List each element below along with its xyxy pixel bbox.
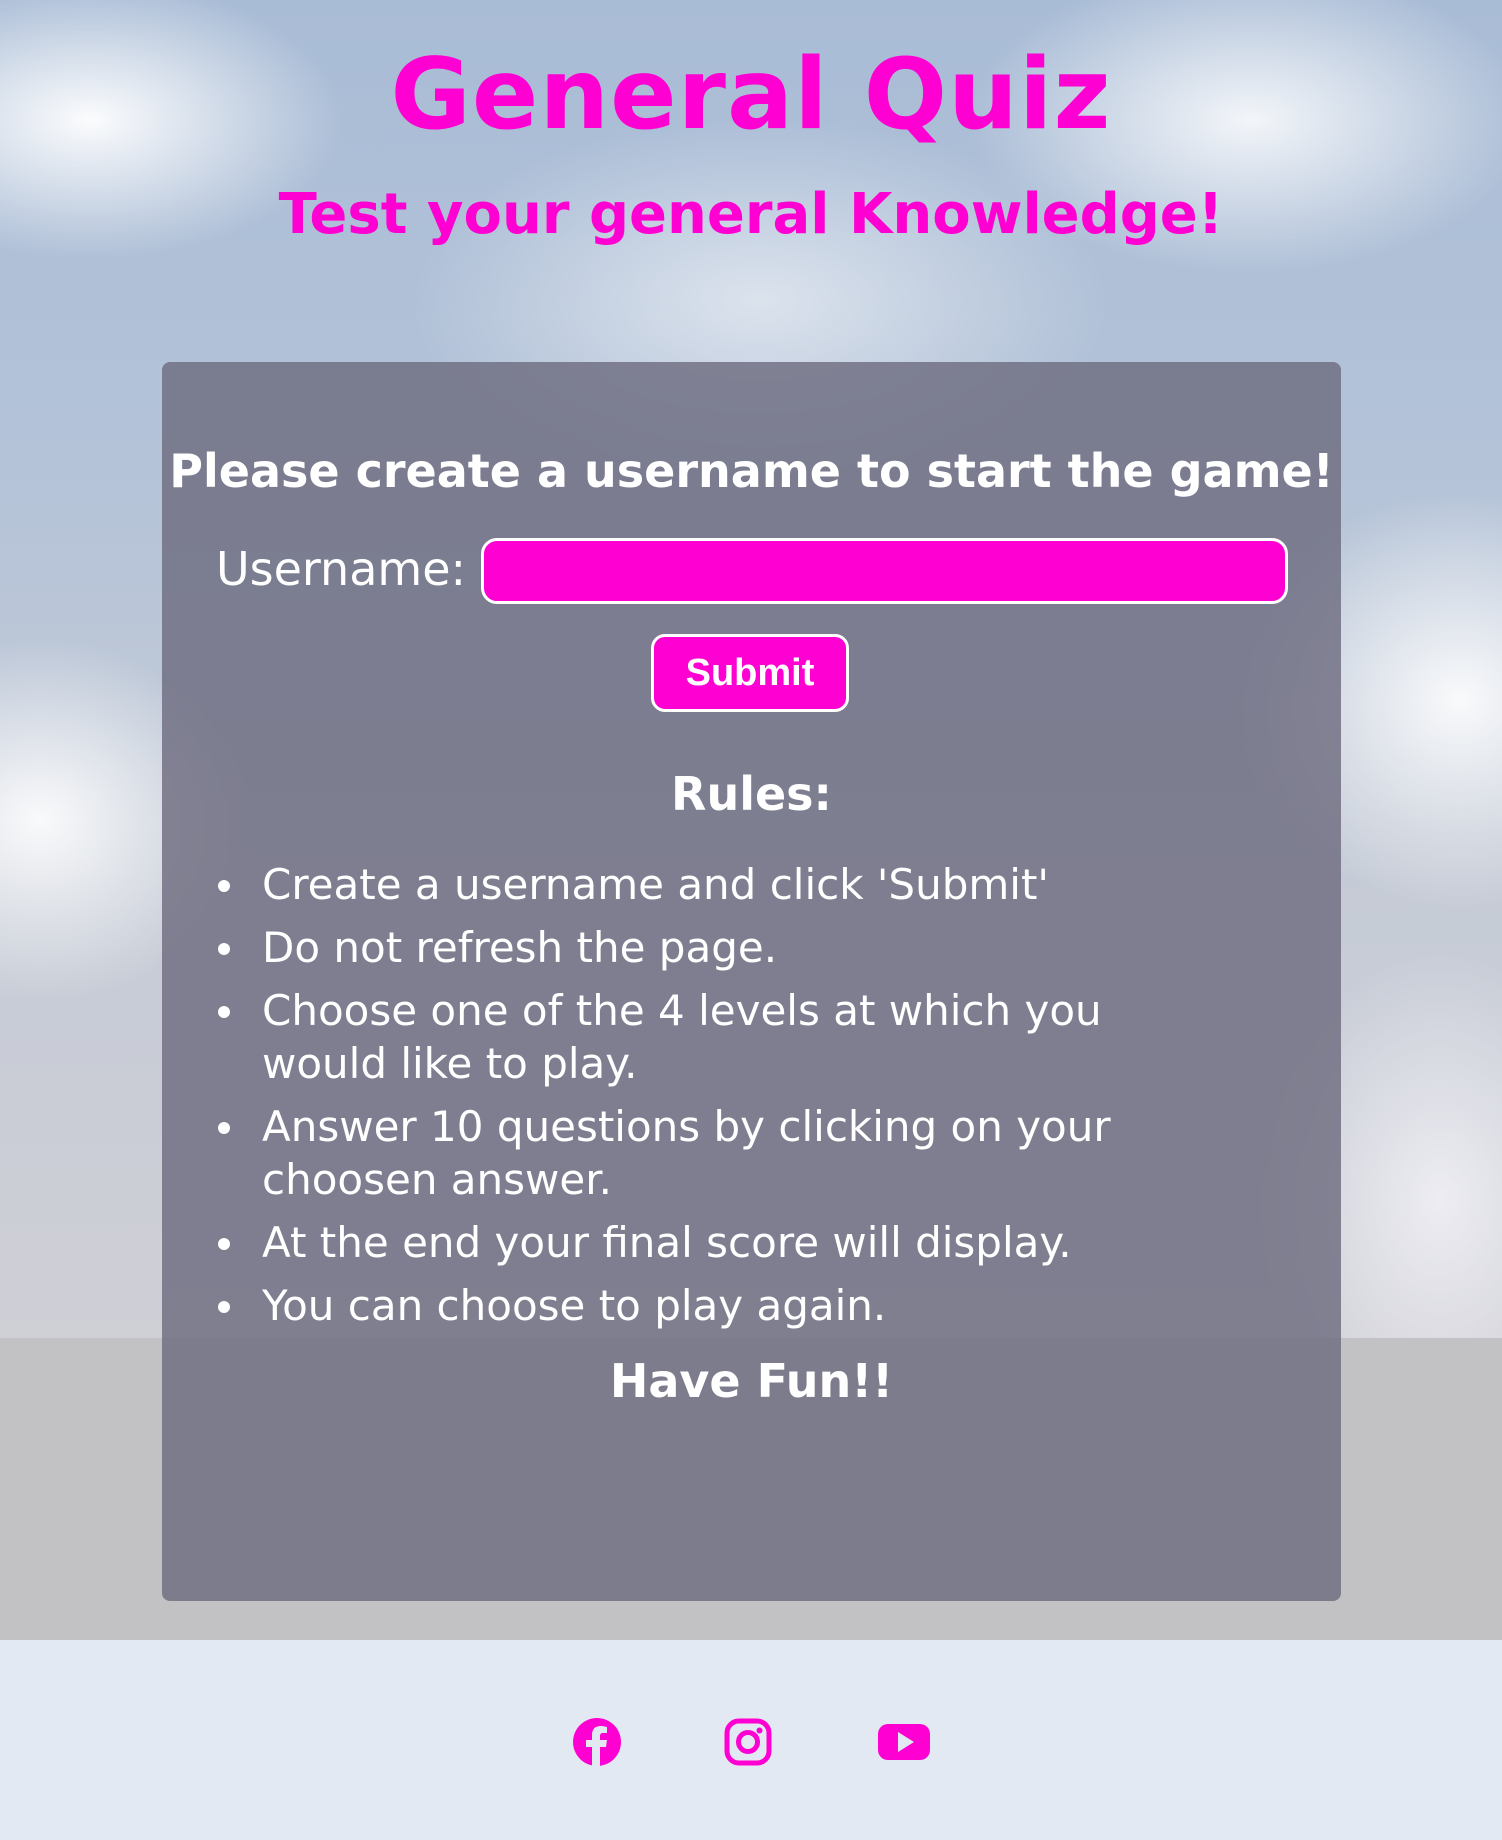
page-title: General Quiz	[390, 38, 1112, 152]
rule-item: Answer 10 questions by clicking on your …	[218, 1100, 1262, 1206]
rule-item: Choose one of the 4 levels at which you …	[218, 984, 1262, 1090]
rule-item: You can choose to play again.	[218, 1279, 1262, 1332]
facebook-icon[interactable]	[571, 1716, 623, 1768]
rule-item: Create a username and click 'Submit'	[218, 858, 1262, 911]
youtube-icon[interactable]	[876, 1716, 932, 1768]
username-input[interactable]	[481, 538, 1288, 604]
rules-list: Create a username and click 'Submit' Do …	[218, 858, 1262, 1342]
submit-button[interactable]: Submit	[651, 634, 849, 712]
page-subtitle: Test your general Knowledge!	[278, 182, 1224, 247]
rules-heading: Rules:	[671, 767, 832, 821]
have-fun-text: Have Fun!!	[609, 1354, 894, 1408]
card-heading: Please create a username to start the ga…	[169, 444, 1334, 498]
username-card: Please create a username to start the ga…	[162, 362, 1341, 1601]
rule-item: At the end your final score will display…	[218, 1216, 1262, 1269]
username-label: Username:	[216, 542, 466, 596]
instagram-icon[interactable]	[722, 1716, 774, 1768]
rule-item: Do not refresh the page.	[218, 921, 1262, 974]
